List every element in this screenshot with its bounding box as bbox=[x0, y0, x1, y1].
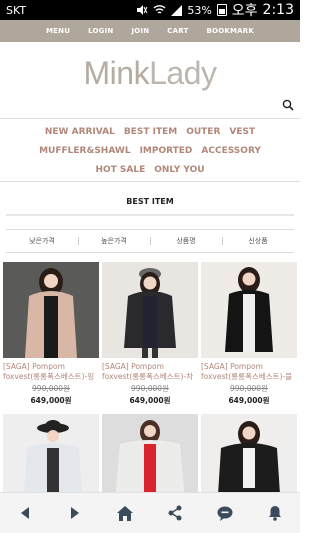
sort-bar: 낮은가격 높은가격 상품명 신상품 bbox=[6, 229, 294, 253]
category-vest[interactable]: VEST bbox=[229, 127, 255, 137]
nav-join[interactable]: JOIN bbox=[131, 27, 149, 35]
logo-part-2: Lady bbox=[149, 55, 217, 91]
logo-part-1: Mink bbox=[83, 55, 150, 91]
battery-percent: 53% bbox=[187, 3, 212, 17]
nav-cart[interactable]: CART bbox=[167, 27, 188, 35]
category-hot-sale[interactable]: HOT SALE bbox=[95, 165, 145, 175]
category-accessory[interactable]: ACCESSORY bbox=[201, 146, 261, 156]
product-card[interactable]: [SAGA] Pompom foxvest(롱롱폭스베스트)-핑크베이지 990… bbox=[3, 262, 99, 406]
category-outer[interactable]: OUTER bbox=[186, 127, 220, 137]
category-only-you[interactable]: ONLY YOU bbox=[154, 165, 204, 175]
category-nav: NEW ARRIVAL BEST ITEM OUTER VEST MUFFLER… bbox=[0, 118, 300, 182]
back-button[interactable] bbox=[10, 498, 40, 528]
home-button[interactable] bbox=[110, 498, 140, 528]
mute-icon bbox=[137, 5, 148, 15]
product-name[interactable]: [SAGA] Pompom foxvest(롱롱폭스베스트)-블랙 bbox=[201, 362, 297, 382]
product-sale-price: 649,000원 bbox=[228, 396, 270, 405]
sort-low-price[interactable]: 낮은가격 bbox=[6, 236, 78, 246]
share-button[interactable] bbox=[160, 498, 190, 528]
product-card[interactable]: [SAGA] Pompom foxvest(롱롱폭스베스트)-블랙 990,00… bbox=[201, 262, 297, 406]
search-icon[interactable] bbox=[282, 99, 294, 111]
nav-login[interactable]: LOGIN bbox=[88, 27, 113, 35]
product-photo bbox=[3, 262, 99, 358]
product-card[interactable]: [SAGA] Pompom foxvest(롱롱폭스베스트)-차콜그레이 990… bbox=[102, 262, 198, 406]
product-sale-price: 649,000원 bbox=[30, 396, 72, 405]
site-logo[interactable]: MinkLady bbox=[0, 55, 300, 92]
sort-name[interactable]: 상품명 bbox=[150, 236, 222, 246]
back-arrow-icon bbox=[21, 507, 29, 519]
product-image[interactable] bbox=[3, 262, 99, 358]
product-name[interactable]: [SAGA] Pompom foxvest(롱롱폭스베스트)-핑크베이지 bbox=[3, 362, 99, 382]
category-imported[interactable]: IMPORTED bbox=[140, 146, 193, 156]
home-icon bbox=[117, 505, 133, 521]
sort-high-price[interactable]: 높은가격 bbox=[78, 236, 150, 246]
product-original-price: 990,000원 bbox=[131, 384, 169, 393]
category-muffler-shawl[interactable]: MUFFLER&SHAWL bbox=[39, 146, 130, 156]
section-divider bbox=[6, 214, 294, 216]
category-row: MUFFLER&SHAWL IMPORTED ACCESSORY bbox=[0, 141, 300, 160]
chat-button[interactable] bbox=[210, 498, 240, 528]
forward-button[interactable] bbox=[60, 498, 90, 528]
clock-time: 2:13 bbox=[262, 2, 294, 18]
product-image[interactable] bbox=[201, 262, 297, 358]
category-row: HOT SALE ONLY YOU bbox=[0, 160, 300, 179]
nav-menu[interactable]: MENU bbox=[46, 27, 70, 35]
wifi-icon bbox=[153, 5, 166, 14]
battery-icon bbox=[216, 4, 227, 16]
bottom-toolbar bbox=[0, 492, 300, 533]
notification-bell-icon bbox=[269, 506, 281, 521]
signal-icon bbox=[171, 4, 183, 16]
forward-arrow-icon bbox=[71, 507, 79, 519]
product-name[interactable]: [SAGA] Pompom foxvest(롱롱폭스베스트)-차콜그레이 bbox=[102, 362, 198, 382]
sort-newest[interactable]: 신상품 bbox=[222, 236, 294, 246]
nav-bookmark[interactable]: BOOKMARK bbox=[207, 27, 254, 35]
clock-ampm: 오후 bbox=[231, 3, 258, 19]
carrier-label: SKT bbox=[6, 3, 27, 17]
product-photo bbox=[102, 262, 198, 358]
product-image[interactable] bbox=[102, 262, 198, 358]
notification-button[interactable] bbox=[260, 498, 290, 528]
category-new-arrival[interactable]: NEW ARRIVAL bbox=[45, 127, 115, 137]
product-original-price: 990,000원 bbox=[230, 384, 268, 393]
product-sale-price: 649,000원 bbox=[129, 396, 171, 405]
status-bar: SKT 53% 오후 2:13 bbox=[0, 0, 300, 20]
product-photo bbox=[201, 262, 297, 358]
section-title: BEST ITEM bbox=[126, 197, 174, 206]
chat-icon bbox=[217, 506, 233, 521]
category-row: NEW ARRIVAL BEST ITEM OUTER VEST bbox=[0, 122, 300, 141]
category-best-item[interactable]: BEST ITEM bbox=[124, 127, 177, 137]
top-nav: MENU LOGIN JOIN CART BOOKMARK bbox=[0, 20, 300, 42]
share-icon bbox=[168, 505, 182, 521]
product-original-price: 990,000원 bbox=[32, 384, 70, 393]
